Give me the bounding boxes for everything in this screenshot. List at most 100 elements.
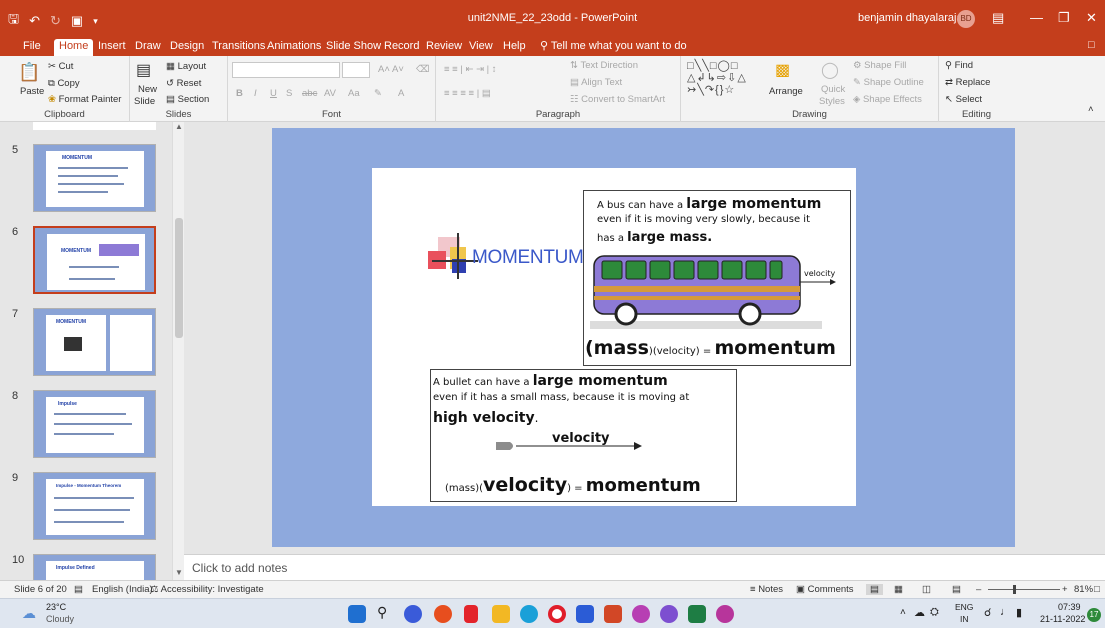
- tab-help[interactable]: Help: [498, 39, 531, 56]
- volume-icon[interactable]: ♩: [1000, 606, 1011, 618]
- zoom-in-icon[interactable]: +: [1062, 584, 1068, 595]
- tab-draw[interactable]: Draw: [130, 39, 166, 56]
- normal-view-icon[interactable]: ▤: [866, 584, 883, 595]
- arrange-button[interactable]: Arrange: [769, 86, 803, 97]
- fit-slide-icon[interactable]: □: [1094, 584, 1100, 595]
- highlight-icon[interactable]: ✎: [374, 88, 382, 99]
- powerpoint-icon[interactable]: [604, 605, 622, 623]
- tab-home[interactable]: Home: [54, 39, 94, 56]
- shape-outline-button[interactable]: ✎ Shape Outline: [853, 77, 924, 88]
- align-icons[interactable]: ≡ ≡ ≡ ≡ | ▤: [444, 88, 491, 99]
- language-status[interactable]: English (India): [92, 584, 153, 595]
- redo-icon[interactable]: ↻: [50, 13, 61, 29]
- cut-button[interactable]: ✂ Cut: [48, 61, 73, 72]
- maximize-icon[interactable]: ❐: [1058, 10, 1070, 26]
- input-region[interactable]: IN: [960, 614, 969, 624]
- input-language[interactable]: ENG: [955, 602, 973, 612]
- slide-4-thumbnail-tail[interactable]: [33, 122, 156, 130]
- tab-design[interactable]: Design: [165, 39, 209, 56]
- chrome-profile-icon-3[interactable]: [716, 605, 734, 623]
- scroll-down-icon[interactable]: ▼: [175, 568, 183, 577]
- windows-start-icon[interactable]: [348, 605, 366, 623]
- reset-button[interactable]: ↺ Reset: [166, 78, 201, 89]
- tab-slide-show[interactable]: Slide Show: [321, 39, 386, 56]
- tab-view[interactable]: View: [464, 39, 498, 56]
- italic-button[interactable]: I: [254, 88, 257, 99]
- shape-fill-button[interactable]: ⚙ Shape Fill: [853, 60, 906, 71]
- slide-sorter-icon[interactable]: ▦: [894, 584, 903, 595]
- scroll-up-icon[interactable]: ▲: [175, 122, 183, 131]
- file-explorer-icon[interactable]: [492, 605, 510, 623]
- clock-time[interactable]: 07:39: [1058, 602, 1081, 612]
- font-name-combo[interactable]: [232, 62, 340, 78]
- quick-styles-label[interactable]: Styles: [819, 96, 845, 107]
- comments-icon[interactable]: □: [1088, 39, 1095, 51]
- bullets-icon[interactable]: ≡ ≡ | ⇤ ⇥ | ↕: [444, 64, 497, 75]
- tab-transitions[interactable]: Transitions: [207, 39, 270, 56]
- thumbnail-scrollbar[interactable]: ▲ ▼: [172, 122, 184, 580]
- format-painter-button[interactable]: ❀ Format Painter: [48, 94, 121, 105]
- app-icon-red[interactable]: [464, 605, 478, 623]
- slide-thumbnail-9[interactable]: Impulse - Momentum Theorem: [33, 472, 156, 540]
- cloud-icon[interactable]: ☁: [22, 605, 36, 622]
- battery-icon[interactable]: ▮: [1016, 606, 1022, 619]
- word-icon[interactable]: [576, 605, 594, 623]
- convert-smartart-button[interactable]: ☷ Convert to SmartArt: [570, 94, 665, 105]
- align-text-button[interactable]: ▤ Align Text: [570, 77, 622, 88]
- slide-thumbnail-5[interactable]: MOMENTUM: [33, 144, 156, 212]
- shape-effects-button[interactable]: ◈ Shape Effects: [853, 94, 922, 105]
- slide-thumbnail-6[interactable]: MOMENTUM: [33, 226, 156, 294]
- change-case-button[interactable]: Aa: [348, 88, 360, 99]
- tab-file[interactable]: File: [18, 39, 46, 56]
- layout-button[interactable]: ▦ Layout: [166, 61, 206, 72]
- edge-icon[interactable]: [520, 605, 538, 623]
- select-button[interactable]: ↖ Select: [945, 94, 982, 105]
- undo-icon[interactable]: ↶: [29, 13, 40, 29]
- minimize-icon[interactable]: —: [1030, 10, 1043, 25]
- present-icon[interactable]: ▣: [71, 13, 83, 29]
- zoom-slider[interactable]: [988, 589, 1060, 590]
- chrome-profile-icon[interactable]: [632, 605, 650, 623]
- paste-icon[interactable]: 📋: [18, 62, 40, 83]
- spacing-button[interactable]: AV: [324, 88, 336, 99]
- save-icon[interactable]: 🖫: [8, 10, 19, 32]
- zoom-level[interactable]: 81%: [1074, 584, 1093, 595]
- clear-format-icon[interactable]: ⌫: [416, 64, 429, 75]
- zoom-slider-thumb[interactable]: [1013, 585, 1016, 594]
- scrollbar-thumb[interactable]: [175, 218, 183, 338]
- opera-icon[interactable]: [548, 605, 566, 623]
- wifi-icon[interactable]: ☌: [984, 606, 991, 619]
- collapse-ribbon-icon[interactable]: ˄: [1088, 104, 1094, 115]
- excel-icon[interactable]: [688, 605, 706, 623]
- notes-pane[interactable]: Click to add notes: [184, 554, 1105, 580]
- shadow-button[interactable]: S: [286, 88, 292, 99]
- tell-me-search[interactable]: ⚲ Tell me what you want to do: [540, 39, 687, 52]
- bold-button[interactable]: B: [236, 88, 243, 99]
- clock-date[interactable]: 21-11-2022: [1040, 614, 1085, 624]
- customize-qat-icon[interactable]: ▾: [93, 16, 98, 27]
- tray-expand-icon[interactable]: ˄: [900, 607, 906, 618]
- section-button[interactable]: ▤ Section: [166, 94, 209, 105]
- ribbon-display-icon[interactable]: ▤: [992, 10, 1004, 26]
- chrome-profile-icon-2[interactable]: [660, 605, 678, 623]
- find-button[interactable]: ⚲ Find: [945, 60, 973, 71]
- tab-review[interactable]: Review: [421, 39, 467, 56]
- quick-styles-icon[interactable]: ◯: [821, 60, 839, 80]
- text-direction-button[interactable]: ⇅ Text Direction: [570, 60, 638, 71]
- arrange-icon[interactable]: ▩: [775, 60, 790, 80]
- copy-button[interactable]: ⧉ Copy: [48, 78, 80, 89]
- underline-button[interactable]: U: [270, 88, 277, 99]
- notes-toggle[interactable]: ≡ Notes: [750, 584, 783, 595]
- shapes-gallery[interactable]: □╲╲□◯□ △↲↳⇨⇩△ ↣╲↷{}☆: [687, 60, 747, 96]
- zoom-out-icon[interactable]: –: [976, 584, 981, 595]
- replace-button[interactable]: ⇄ Replace: [945, 77, 990, 88]
- accessibility-status[interactable]: ⚖ Accessibility: Investigate: [150, 584, 264, 595]
- slideshow-icon[interactable]: ▤: [952, 584, 961, 595]
- weather-temp[interactable]: 23°C: [46, 602, 66, 612]
- new-slide-button[interactable]: New: [138, 84, 157, 95]
- paste-button[interactable]: Paste: [20, 86, 44, 97]
- quick-styles-button[interactable]: Quick: [821, 84, 845, 95]
- close-icon[interactable]: ✕: [1086, 10, 1097, 26]
- tab-animations[interactable]: Animations: [262, 39, 326, 56]
- onedrive-icon[interactable]: ☁: [914, 606, 925, 619]
